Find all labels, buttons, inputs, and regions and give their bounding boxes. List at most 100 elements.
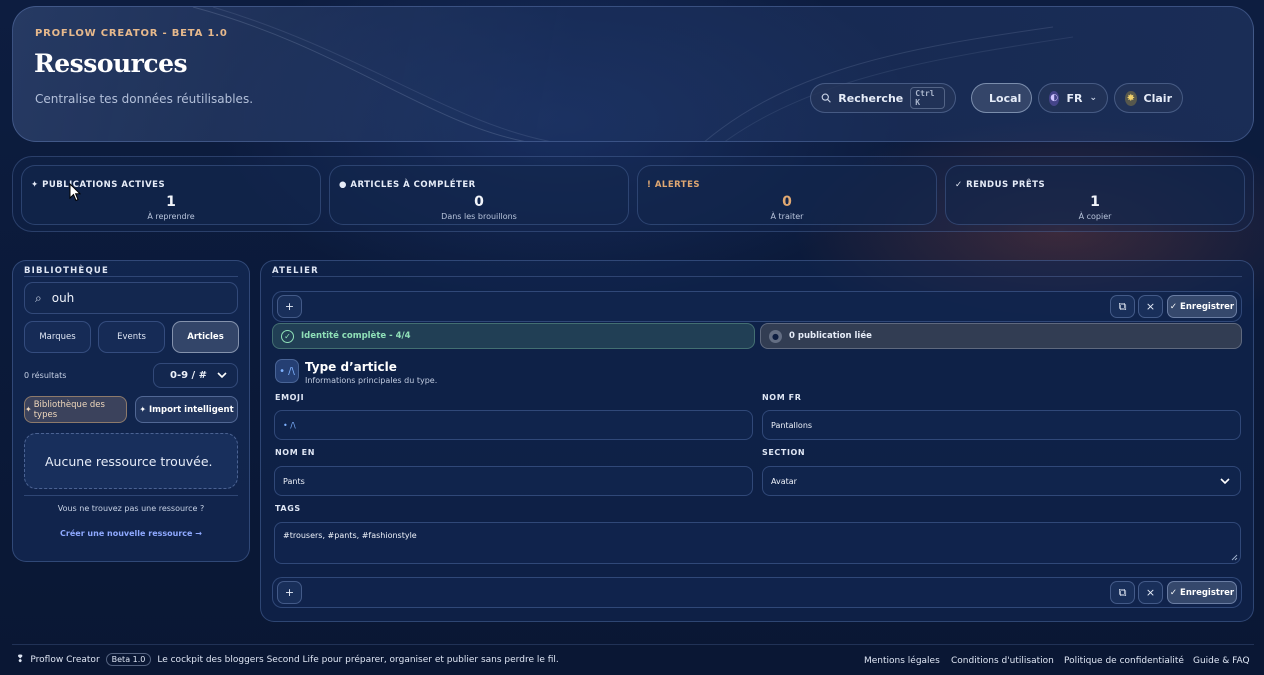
stat-card-renders[interactable]: ✓ RENDUS PRÊTS 1 À copier	[945, 165, 1245, 225]
stat-sub: À copier	[1078, 212, 1112, 221]
page-header: PROFLOW CREATOR - BETA 1.0 Ressources Ce…	[12, 6, 1254, 142]
chevron-down-icon: ⌄	[1089, 93, 1097, 103]
stat-label: ARTICLES À COMPLÉTER	[350, 180, 476, 190]
footer-brand-name: Proflow Creator	[30, 654, 100, 665]
emoji-field[interactable]: • /\	[274, 410, 753, 440]
copy-icon: ⧉	[1118, 299, 1127, 313]
bottom-toolbar: + ⧉ × ✓ Enregistrer	[272, 577, 1242, 608]
globe-icon: ◐	[1049, 90, 1060, 106]
alert-icon: !	[647, 180, 655, 190]
footer-brand: ❢ Proflow Creator Beta 1.0 Le cockpit de…	[16, 653, 559, 666]
sparkle-icon: ✦	[31, 180, 43, 190]
stat-card-articles[interactable]: ● ARTICLES À COMPLÉTER 0 Dans les brouil…	[329, 165, 629, 225]
resize-handle-icon[interactable]	[1231, 554, 1238, 561]
search-button[interactable]: Recherche Ctrl K	[810, 83, 956, 113]
search-button-label: Recherche	[838, 91, 904, 105]
check-icon: ✓	[955, 180, 967, 190]
search-icon: ⌕	[35, 290, 42, 305]
name-en-field[interactable]: Pants	[274, 466, 753, 496]
tab-marques[interactable]: Marques	[24, 321, 91, 353]
library-title: BIBLIOTHÈQUE	[24, 266, 109, 276]
top-toolbar: + ⧉ × ✓ Enregistrer	[272, 291, 1242, 322]
footer-link-privacy[interactable]: Politique de confidentialité	[1064, 656, 1184, 666]
section-label: SECTION	[762, 448, 806, 457]
tags-label: TAGS	[275, 504, 301, 513]
check-circle-icon: ✓	[281, 329, 294, 343]
chevron-down-icon	[217, 372, 227, 379]
footer-link-guide[interactable]: Guide & FAQ	[1193, 656, 1250, 666]
save-label: Enregistrer	[1180, 587, 1235, 598]
form-subtitle: Informations principales du type.	[305, 376, 438, 385]
add-button[interactable]: +	[277, 295, 302, 318]
atelier-panel: ATELIER + ⧉ × ✓ Enregistrer ✓ Identité c…	[260, 260, 1254, 622]
stat-card-alerts[interactable]: ! ALERTES 0 À traiter	[637, 165, 937, 225]
language-select[interactable]: ◐ FR ⌄	[1038, 83, 1108, 113]
tab-articles[interactable]: Articles	[172, 321, 239, 353]
missing-resource-hint: Vous ne trouvez pas une ressource ?	[57, 504, 205, 513]
stat-label: PUBLICATIONS ACTIVES	[42, 180, 166, 190]
search-icon	[821, 93, 831, 103]
atelier-title: ATELIER	[272, 266, 319, 276]
stat-value: 0	[474, 194, 484, 210]
section-select[interactable]: Avatar	[762, 466, 1241, 496]
close-button[interactable]: ×	[1138, 581, 1163, 604]
footer-divider	[12, 644, 1254, 645]
sparkle-icon: ✦	[139, 405, 147, 414]
info-icon: ●	[769, 329, 782, 343]
language-label: FR	[1066, 91, 1083, 105]
duplicate-button[interactable]: ⧉	[1110, 581, 1135, 604]
identity-status-badge: ✓ Identité complète - 4/4	[272, 323, 755, 349]
theme-label: Clair	[1143, 91, 1172, 105]
tab-events[interactable]: Events	[98, 321, 165, 353]
sun-icon: ✸	[1125, 90, 1137, 106]
sort-select[interactable]: 0-9 / #	[153, 363, 238, 388]
add-button[interactable]: +	[277, 581, 302, 604]
form-title: Type d’article	[305, 360, 397, 374]
create-resource-link[interactable]: Créer une nouvelle ressource →	[13, 529, 249, 538]
save-label: Enregistrer	[1180, 301, 1235, 312]
footer-link-terms[interactable]: Conditions d'utilisation	[951, 656, 1054, 666]
close-icon: ×	[1145, 586, 1156, 599]
page-subtitle: Centralise tes données réutilisables.	[35, 92, 254, 106]
tags-textarea[interactable]: #trousers, #pants, #fashionstyle	[274, 522, 1241, 564]
result-count: 0 résultats	[24, 371, 67, 380]
divider	[24, 495, 238, 496]
stat-sub: Dans les brouillons	[441, 212, 517, 221]
sparkle-icon: ✦	[25, 405, 32, 414]
stat-label: RENDUS PRÊTS	[966, 180, 1046, 190]
duplicate-button[interactable]: ⧉	[1110, 295, 1135, 318]
name-fr-label: NOM FR	[762, 393, 802, 402]
save-button[interactable]: ✓ Enregistrer	[1167, 295, 1237, 318]
theme-toggle[interactable]: ✸ Clair	[1114, 83, 1183, 113]
close-button[interactable]: ×	[1138, 295, 1163, 318]
identity-status-label: Identité complète - 4/4	[301, 331, 411, 341]
mode-label: Local	[989, 91, 1022, 105]
footer-tagline: Le cockpit des bloggers Second Life pour…	[157, 654, 559, 665]
publication-status-label: 0 publication liée	[789, 331, 872, 341]
name-fr-field[interactable]: Pantallons	[762, 410, 1241, 440]
search-shortcut: Ctrl K	[910, 87, 945, 109]
types-library-button[interactable]: ✦ Bibliothèque des types	[24, 396, 127, 423]
library-search-input[interactable]: ⌕ ouh	[24, 282, 238, 314]
pants-emoji-icon: • /\	[275, 359, 299, 383]
logo-icon: ❢	[16, 654, 25, 665]
divider	[272, 276, 1242, 277]
footer-link-legal[interactable]: Mentions légales	[864, 656, 940, 666]
page-title: Ressources	[34, 49, 188, 78]
mode-toggle[interactable]: Local	[971, 83, 1032, 113]
check-icon: ✓	[1169, 587, 1178, 598]
divider	[24, 276, 238, 277]
stats-bar: ✦ PUBLICATIONS ACTIVES 1 À reprendre ● A…	[12, 156, 1254, 232]
stat-value: 1	[1090, 194, 1100, 210]
stat-sub: À traiter	[770, 212, 804, 221]
mouse-cursor-icon	[69, 183, 81, 202]
section-value: Avatar	[771, 476, 797, 486]
info-icon: ●	[339, 180, 351, 190]
save-button[interactable]: ✓ Enregistrer	[1167, 581, 1237, 604]
smart-import-button[interactable]: ✦ Import intelligent	[135, 396, 238, 423]
stat-card-publications[interactable]: ✦ PUBLICATIONS ACTIVES 1 À reprendre	[21, 165, 321, 225]
name-fr-value: Pantallons	[771, 420, 813, 430]
stat-value: 0	[782, 194, 792, 210]
library-search-value: ouh	[51, 291, 75, 305]
sort-value: 0-9 / #	[170, 370, 208, 381]
